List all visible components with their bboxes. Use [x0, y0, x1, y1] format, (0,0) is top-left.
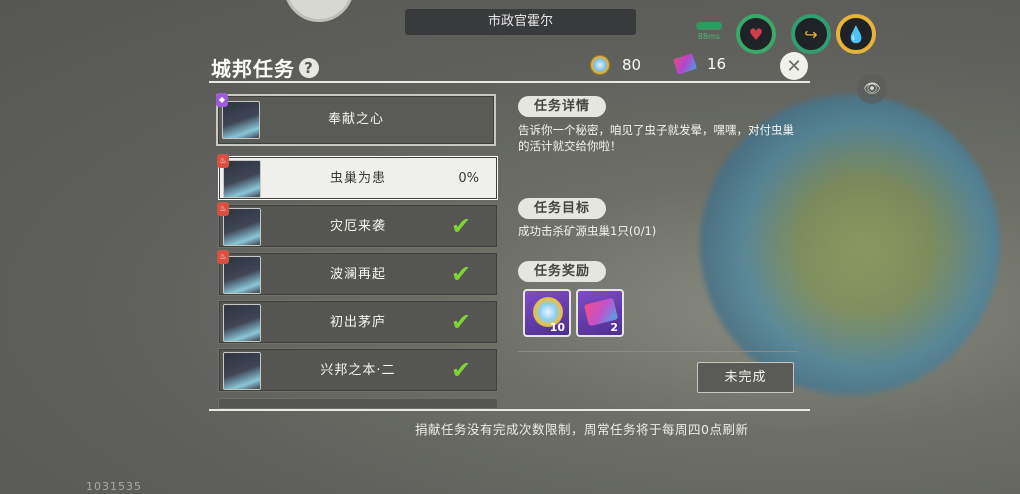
latency-indicator: 88ms [688, 22, 730, 41]
npc-avatar-edge [284, 0, 354, 22]
quest-name: 兴邦之本·二 [320, 363, 396, 378]
page-title: 城邦任务 ? [211, 53, 319, 82]
incomplete-button[interactable]: 未完成 [697, 362, 794, 393]
eye-icon[interactable]: 👁 [857, 74, 887, 104]
page-title-text: 城邦任务 [211, 57, 295, 81]
divider-bottom [209, 409, 810, 411]
goal-text: 成功击杀矿源虫巢1只(0/1) [518, 224, 657, 238]
reward-count: 2 [610, 321, 618, 334]
quest-item-partial [218, 398, 498, 409]
signal-icon [696, 22, 722, 30]
quest-name: 初出茅庐 [329, 315, 386, 330]
quest-badge-icon: ♨ [217, 250, 229, 264]
divider-right [518, 351, 798, 352]
ticket-icon [673, 53, 697, 75]
quest-item[interactable]: ♨ 波澜再起 ✔ [217, 250, 498, 296]
quest-item[interactable]: ♨ 灾厄来袭 ✔ [217, 202, 498, 248]
water-drop-icon[interactable]: 💧 [836, 14, 876, 54]
npc-title: 市政官霍尔 [405, 9, 636, 35]
quest-item[interactable]: 兴邦之本·二 ✔ [218, 348, 498, 392]
heart-icon[interactable]: ♥ [736, 14, 776, 54]
reward-coin[interactable]: 10 [523, 289, 571, 337]
check-icon: ✔ [451, 356, 472, 384]
detail-label: 任务详情 [518, 96, 607, 117]
quest-portrait [223, 304, 261, 342]
status-cluster: 88ms ♥ ↪ 💧 [688, 6, 878, 58]
arrow-icon[interactable]: ↪ [791, 14, 831, 54]
check-icon: ✔ [451, 212, 472, 240]
divider-top [209, 81, 810, 83]
close-button[interactable]: ✕ [780, 52, 808, 80]
check-icon: ✔ [451, 308, 472, 336]
footer-note: 捐献任务没有完成次数限制，周常任务将于每周四0点刷新 [415, 422, 749, 437]
coin-currency: 80 [590, 55, 641, 75]
quest-badge-icon: ♨ [217, 154, 229, 168]
quest-portrait [222, 101, 260, 139]
latency-text: 88ms [697, 32, 721, 41]
quest-badge-icon: ◆ [216, 93, 228, 107]
quest-name: 灾厄来袭 [329, 219, 386, 234]
user-id: 1031535 [86, 480, 142, 493]
quest-name: 波澜再起 [329, 267, 386, 282]
quest-portrait [223, 352, 261, 390]
quest-item[interactable]: 初出茅庐 ✔ [218, 300, 498, 344]
quest-progress: 0% [458, 171, 479, 186]
quest-badge-icon: ♨ [217, 202, 229, 216]
check-icon: ✔ [451, 260, 472, 288]
coin-count: 80 [622, 56, 642, 74]
ticket-count: 16 [707, 55, 727, 73]
quest-item[interactable]: ♨ 虫巢为患 0% [217, 154, 498, 200]
quest-item[interactable]: ◆ 奉献之心 [216, 93, 496, 146]
coin-icon [590, 55, 610, 75]
reward-count: 10 [549, 321, 565, 334]
reward-label: 任务奖励 [518, 261, 607, 282]
help-icon[interactable]: ? [299, 57, 319, 78]
quest-list[interactable]: ◆ 奉献之心 ♨ 虫巢为患 0% ♨ 灾厄来袭 ✔ ♨ 波澜再起 ✔ 初出茅庐 … [209, 91, 505, 409]
goal-label: 任务目标 [518, 198, 607, 219]
ticket-currency: 16 [673, 53, 727, 75]
quest-name: 虫巢为患 [329, 171, 386, 186]
quest-name: 奉献之心 [327, 112, 384, 127]
reward-ticket[interactable]: 2 [576, 289, 624, 337]
detail-text: 告诉你一个秘密，咱见了虫子就发晕，嘿嘿，对付虫巢的活计就交给你啦！ [518, 123, 794, 153]
